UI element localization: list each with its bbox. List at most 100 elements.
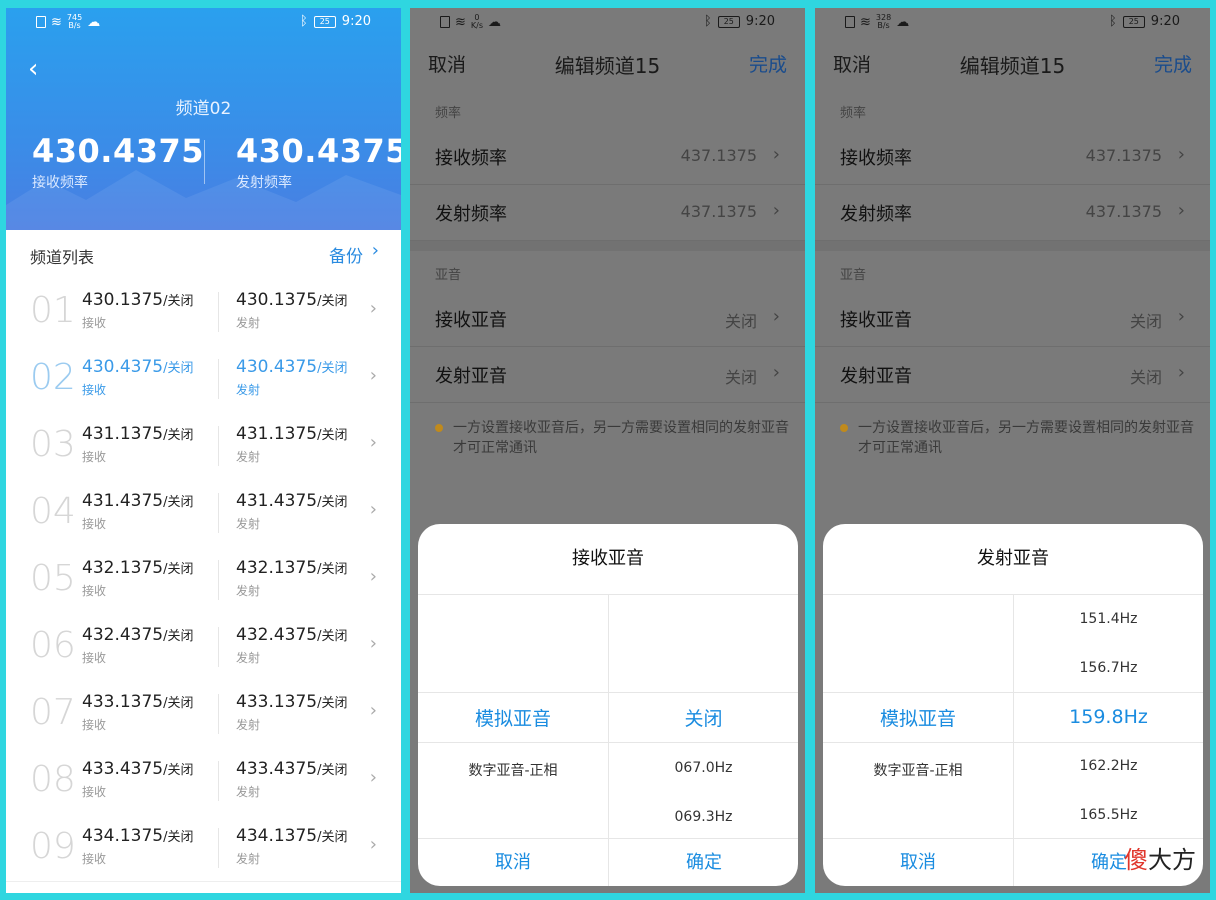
- tx-frequency: 431.4375/关闭: [236, 491, 348, 511]
- picker-option[interactable]: 069.3Hz: [609, 809, 798, 825]
- rx-frequency: 432.1375/关闭: [82, 558, 194, 578]
- channel-row[interactable]: 04 431.4375/关闭 接收 431.4375/关闭 发射 ›: [6, 479, 401, 547]
- row-divider: [218, 627, 219, 667]
- rx-tone-item[interactable]: 接收亚音 关闭 ›: [410, 290, 805, 347]
- rx-label: 接收: [82, 651, 107, 665]
- channel-row[interactable]: 01 430.1375/关闭 接收 430.1375/关闭 发射 ›: [6, 278, 401, 346]
- backup-button[interactable]: 备份: [329, 242, 363, 267]
- picker-option[interactable]: 162.2Hz: [1014, 758, 1203, 774]
- section-gap: [815, 241, 1210, 251]
- channel-number: 04: [30, 491, 76, 532]
- tone-value-column[interactable]: 关闭 067.0Hz 069.3Hz: [609, 594, 798, 838]
- sheet-title: 发射亚音: [823, 524, 1203, 595]
- tone-type-column[interactable]: 模拟亚音 数字亚音-正相: [823, 594, 1014, 838]
- tx-frequency-value: 430.4375: [236, 132, 401, 170]
- tx-label: 发射: [236, 852, 261, 866]
- picker-option-selected[interactable]: 模拟亚音: [823, 704, 1013, 731]
- rx-frequency: 431.1375/关闭: [82, 424, 194, 444]
- item-value: 关闭: [724, 312, 757, 331]
- tx-frequency-item[interactable]: 发射频率 437.1375 ›: [815, 184, 1210, 241]
- tone-value-column[interactable]: 151.4Hz 156.7Hz 159.8Hz 162.2Hz 165.5Hz: [1014, 594, 1203, 838]
- item-value: 437.1375: [1085, 202, 1162, 221]
- watermark-text: 大方: [1148, 846, 1196, 874]
- channel-number: 01: [30, 290, 76, 331]
- item-label: 发射亚音: [840, 366, 912, 387]
- sheet-cancel-button[interactable]: 取消: [418, 839, 608, 886]
- picker-option-selected[interactable]: 模拟亚音: [418, 704, 608, 731]
- edit-channel-rx-tone-screen: ≋ 0 K/s ☁ ᛒ 25 9:20 编辑频道15 取消 完成 频率 接收频率 …: [410, 8, 805, 893]
- channel-row[interactable]: 05 432.1375/关闭 接收 432.1375/关闭 发射 ›: [6, 546, 401, 614]
- rx-label: 接收: [82, 785, 107, 799]
- picker-option-selected[interactable]: 关闭: [609, 704, 798, 731]
- page-title: 编辑频道15: [959, 54, 1066, 78]
- item-label: 接收亚音: [435, 310, 507, 331]
- channel-row[interactable]: 07 433.1375/关闭 接收 433.1375/关闭 发射 ›: [6, 680, 401, 748]
- chevron-right-icon: ›: [369, 633, 377, 654]
- cancel-button[interactable]: 取消: [833, 50, 871, 77]
- tx-frequency: 434.1375/关闭: [236, 826, 348, 846]
- chevron-right-icon: ›: [772, 200, 780, 221]
- item-label: 发射频率: [435, 204, 507, 225]
- chevron-right-icon: ›: [1177, 306, 1185, 327]
- tx-label: 发射: [236, 651, 261, 665]
- section-tone-label: 亚音: [840, 268, 867, 283]
- section-gap: [410, 241, 805, 251]
- picker-option[interactable]: 数字亚音-正相: [823, 760, 1013, 780]
- wifi-icon: ≋: [51, 14, 62, 30]
- row-divider: [218, 292, 219, 332]
- note-text: 一方设置接收亚音后，另一方需要设置相同的发射亚音才可正常通讯: [453, 420, 789, 456]
- rx-tone-item[interactable]: 接收亚音 关闭 ›: [815, 290, 1210, 347]
- cancel-button[interactable]: 取消: [428, 50, 466, 77]
- rx-label: 接收: [82, 383, 107, 397]
- tx-tone-item[interactable]: 发射亚音 关闭 ›: [410, 346, 805, 403]
- item-label: 发射亚音: [435, 366, 507, 387]
- done-button[interactable]: 完成: [749, 50, 787, 77]
- picker-option[interactable]: 数字亚音-正相: [418, 760, 608, 780]
- tx-frequency-item[interactable]: 发射频率 437.1375 ›: [410, 184, 805, 241]
- picker-option[interactable]: 165.5Hz: [1014, 807, 1203, 823]
- channel-row[interactable]: 08 433.4375/关闭 接收 433.4375/关闭 发射 ›: [6, 747, 401, 815]
- chevron-right-icon: ›: [772, 362, 780, 383]
- battery-icon: 25: [717, 15, 740, 28]
- picker-option[interactable]: 067.0Hz: [609, 760, 798, 776]
- sheet-cancel-button[interactable]: 取消: [823, 839, 1013, 886]
- row-divider: [218, 694, 219, 734]
- page-title: 编辑频道15: [554, 54, 661, 78]
- picker-option[interactable]: 151.4Hz: [1014, 611, 1203, 627]
- channel-row[interactable]: 06 432.4375/关闭 接收 432.4375/关闭 发射 ›: [6, 613, 401, 681]
- section-frequency-label: 频率: [435, 106, 462, 121]
- item-value: 关闭: [1129, 312, 1162, 331]
- status-bar: ≋ 745 B/s ☁ ᛒ 25 9:20: [6, 8, 401, 36]
- status-bar: ≋ 328 B/s ☁ ᛒ 25 9:20: [815, 8, 1210, 36]
- tx-tone-item[interactable]: 发射亚音 关闭 ›: [815, 346, 1210, 403]
- rx-label: 接收: [82, 517, 107, 531]
- row-divider: [218, 359, 219, 399]
- channel-row[interactable]: 09 434.1375/关闭 接收 434.1375/关闭 发射 ›: [6, 814, 401, 882]
- tone-type-column[interactable]: 模拟亚音 数字亚音-正相: [418, 594, 609, 838]
- item-label: 接收频率: [435, 148, 507, 169]
- picker-option-selected[interactable]: 159.8Hz: [1014, 706, 1203, 728]
- channel-row[interactable]: 02 430.4375/关闭 接收 430.4375/关闭 发射 ›: [6, 345, 401, 413]
- sheet-confirm-button[interactable]: 确定: [609, 839, 798, 886]
- header-divider: [204, 140, 205, 184]
- picker-option[interactable]: 156.7Hz: [1014, 660, 1203, 676]
- tx-frequency: 430.1375/关闭: [236, 290, 348, 310]
- bullet-icon: [435, 424, 443, 432]
- tx-label: 发射: [236, 785, 261, 799]
- rx-frequency-item[interactable]: 接收频率 437.1375 ›: [410, 128, 805, 185]
- battery-icon: 25: [313, 15, 336, 28]
- rx-tone-picker-sheet: 接收亚音 模拟亚音 数字亚音-正相 关闭 067.0Hz 069.3Hz 取消 …: [418, 524, 798, 886]
- chevron-right-icon: ›: [369, 700, 377, 721]
- tone-note: 一方设置接收亚音后，另一方需要设置相同的发射亚音才可正常通讯: [840, 418, 1203, 458]
- done-button[interactable]: 完成: [1154, 50, 1192, 77]
- clock: 9:20: [745, 14, 775, 29]
- rx-label: 接收: [82, 584, 107, 598]
- chevron-right-icon: ›: [369, 566, 377, 587]
- rx-frequency-label: 接收频率: [32, 175, 88, 191]
- item-value: 关闭: [724, 368, 757, 387]
- rx-frequency: 433.4375/关闭: [82, 759, 194, 779]
- rx-frequency-item[interactable]: 接收频率 437.1375 ›: [815, 128, 1210, 185]
- back-button[interactable]: ‹: [28, 54, 38, 84]
- channel-row[interactable]: 03 431.1375/关闭 接收 431.1375/关闭 发射 ›: [6, 412, 401, 480]
- channel-list-title: 频道列表: [30, 248, 95, 267]
